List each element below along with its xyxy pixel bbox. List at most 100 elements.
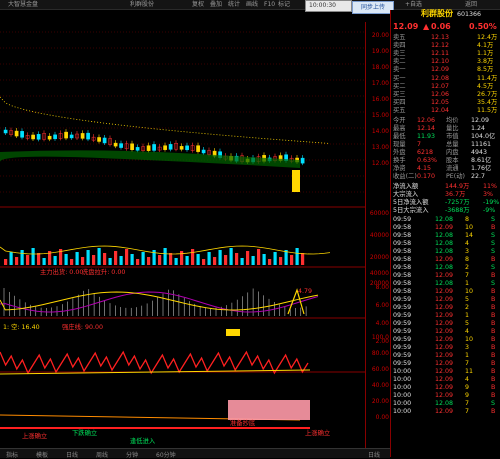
btn-f10[interactable]: F10 xyxy=(264,1,275,8)
tick-row: 10:00 12.09 9 B xyxy=(391,392,500,400)
footer-tab[interactable]: 指标 xyxy=(6,450,18,459)
stock-code: 601366 xyxy=(457,11,482,18)
btn-fuquan[interactable]: 复权 xyxy=(192,1,204,8)
footer-right[interactable]: 日线 xyxy=(368,450,380,459)
y-axis-tick: 17.00 xyxy=(371,80,389,87)
candle xyxy=(3,129,8,134)
tick-volume: 5 xyxy=(465,296,470,303)
tick-direction: B xyxy=(491,328,496,335)
volume-bar xyxy=(81,257,85,265)
tick-row: 10:00 12.09 4 B xyxy=(391,376,500,384)
bid-row[interactable]: 买三 12.06 26.7万 xyxy=(391,91,500,99)
bid-row[interactable]: 买五 12.04 11.5万 xyxy=(391,107,500,115)
volume-bar xyxy=(147,257,151,265)
flow-pct: 11% xyxy=(483,183,497,190)
stat-value: 4943 xyxy=(471,149,488,156)
volume-bar xyxy=(136,259,140,265)
stat-value: 12.06 xyxy=(417,117,436,124)
candle xyxy=(152,144,156,151)
ask-volume: 1.1万 xyxy=(477,50,494,57)
tick-time: 09:59 xyxy=(393,328,412,335)
tick-direction: B xyxy=(491,392,496,399)
bid-row[interactable]: 买四 12.05 35.4万 xyxy=(391,99,500,107)
btn-back[interactable]: 返回 xyxy=(465,1,477,8)
footer-tab[interactable]: 模板 xyxy=(36,450,48,459)
tick-volume: 4 xyxy=(465,376,470,383)
btn-biaoji[interactable]: 标记 xyxy=(278,1,290,8)
bid-label: 买五 xyxy=(393,107,406,114)
volume-bar xyxy=(15,257,19,265)
ask-label: 卖五 xyxy=(393,34,406,41)
volume-bar xyxy=(240,258,244,265)
ask-row[interactable]: 卖五 12.13 12.4万 xyxy=(391,34,500,42)
bottom-label-b: 下跌确立 xyxy=(72,430,98,437)
volume-bar xyxy=(70,259,74,265)
tick-time: 09:58 xyxy=(393,248,412,255)
flow-pct: 3% xyxy=(483,191,493,198)
stock-name: 利群股份 xyxy=(421,9,453,18)
candle xyxy=(300,157,305,164)
tick-volume: 10 xyxy=(465,288,474,295)
tick-price: 12.08 xyxy=(435,240,454,247)
ask-row[interactable]: 卖二 12.10 3.8万 xyxy=(391,58,500,66)
tick-direction: S xyxy=(491,232,495,239)
bid-price: 12.07 xyxy=(431,83,450,90)
bid-row[interactable]: 买二 12.07 4.5万 xyxy=(391,83,500,91)
tick-price: 12.09 xyxy=(435,384,454,391)
volume-bar xyxy=(31,248,35,265)
bid-row[interactable]: 买一 12.08 11.4万 xyxy=(391,75,500,83)
tick-volume: 8 xyxy=(465,256,470,263)
candle xyxy=(102,137,107,144)
candle xyxy=(196,145,200,152)
footer-tab[interactable]: 日线 xyxy=(66,450,78,459)
btn-zixuan[interactable]: +自选 xyxy=(405,1,422,8)
tick-direction: S xyxy=(491,240,495,247)
tick-price: 12.09 xyxy=(435,256,454,263)
candle xyxy=(130,143,134,150)
volume-bar xyxy=(53,256,57,265)
footer-tab[interactable]: 60分钟 xyxy=(156,450,176,459)
stat-row: 外盘 6218 内盘 4943 xyxy=(391,149,500,157)
tick-volume: 7 xyxy=(465,400,470,407)
tick-row: 10:00 12.08 7 S xyxy=(391,400,500,408)
volume-bar xyxy=(86,250,90,265)
footer-tab[interactable]: 周线 xyxy=(96,450,108,459)
tick-volume: 4 xyxy=(465,240,470,247)
tick-time: 09:59 xyxy=(393,344,412,351)
ask-row[interactable]: 卖三 12.11 1.1万 xyxy=(391,50,500,58)
y-axis-tick: 4.00 xyxy=(375,320,389,327)
volume-bar xyxy=(141,252,145,265)
vol-label-b: 洗盘拉升: 0.00 xyxy=(82,269,126,276)
volume-bar xyxy=(257,249,261,265)
flow-label: 5日大宗流入 xyxy=(393,207,429,214)
volume-bar xyxy=(279,257,283,265)
bid-volume: 11.5万 xyxy=(477,107,498,114)
ask-row[interactable]: 卖一 12.09 8.5万 xyxy=(391,66,500,74)
tick-direction: B xyxy=(491,304,496,311)
strength-line xyxy=(0,350,309,375)
chart-area[interactable] xyxy=(0,22,365,452)
tick-row: 10:00 12.09 7 B xyxy=(391,408,500,416)
volume-bar xyxy=(235,253,239,265)
btn-diejia[interactable]: 叠加 xyxy=(210,1,222,8)
candle xyxy=(113,142,118,147)
footer-tab[interactable]: 分钟 xyxy=(126,450,138,459)
candle xyxy=(80,133,85,139)
volume-bar xyxy=(224,255,228,265)
stat-value: 12.09 xyxy=(471,117,490,124)
stat-label: 收益(二) xyxy=(393,173,417,180)
y-axis-tick: 6.00 xyxy=(375,302,389,309)
volume-bar xyxy=(196,254,200,265)
ask-volume: 3.8万 xyxy=(477,58,494,65)
candle xyxy=(179,146,184,150)
tick-volume: 7 xyxy=(465,272,470,279)
volume-bar xyxy=(64,254,68,265)
ask-row[interactable]: 卖四 12.12 4.1万 xyxy=(391,42,500,50)
tick-row: 09:59 12.09 2 B xyxy=(391,304,500,312)
sync-upload-button[interactable]: 同步上传 xyxy=(352,1,394,14)
btn-huaxian[interactable]: 画线 xyxy=(246,1,258,8)
candle xyxy=(47,135,52,140)
volume-bar xyxy=(202,259,206,265)
flow-row: 净流入额 144.9万 11% xyxy=(391,183,500,191)
btn-tongji[interactable]: 统计 xyxy=(228,1,240,8)
